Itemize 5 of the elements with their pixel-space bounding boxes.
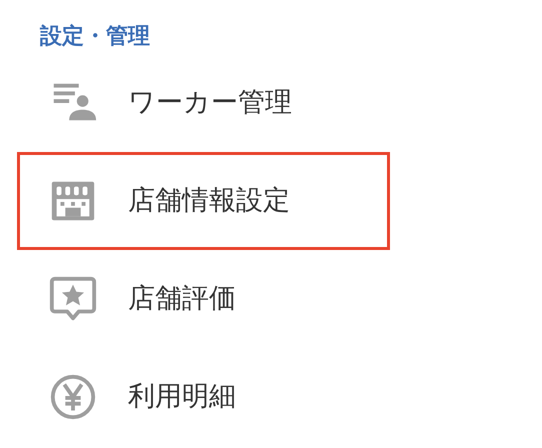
menu-item[interactable]: ワーカー管理 bbox=[17, 54, 390, 152]
menu-item[interactable]: 店舗情報設定 bbox=[17, 152, 390, 250]
menu-item[interactable]: 利用明細 bbox=[17, 348, 390, 446]
menu-item[interactable]: 店舗評価 bbox=[17, 250, 390, 348]
section-heading: 設定・管理 bbox=[40, 22, 151, 51]
